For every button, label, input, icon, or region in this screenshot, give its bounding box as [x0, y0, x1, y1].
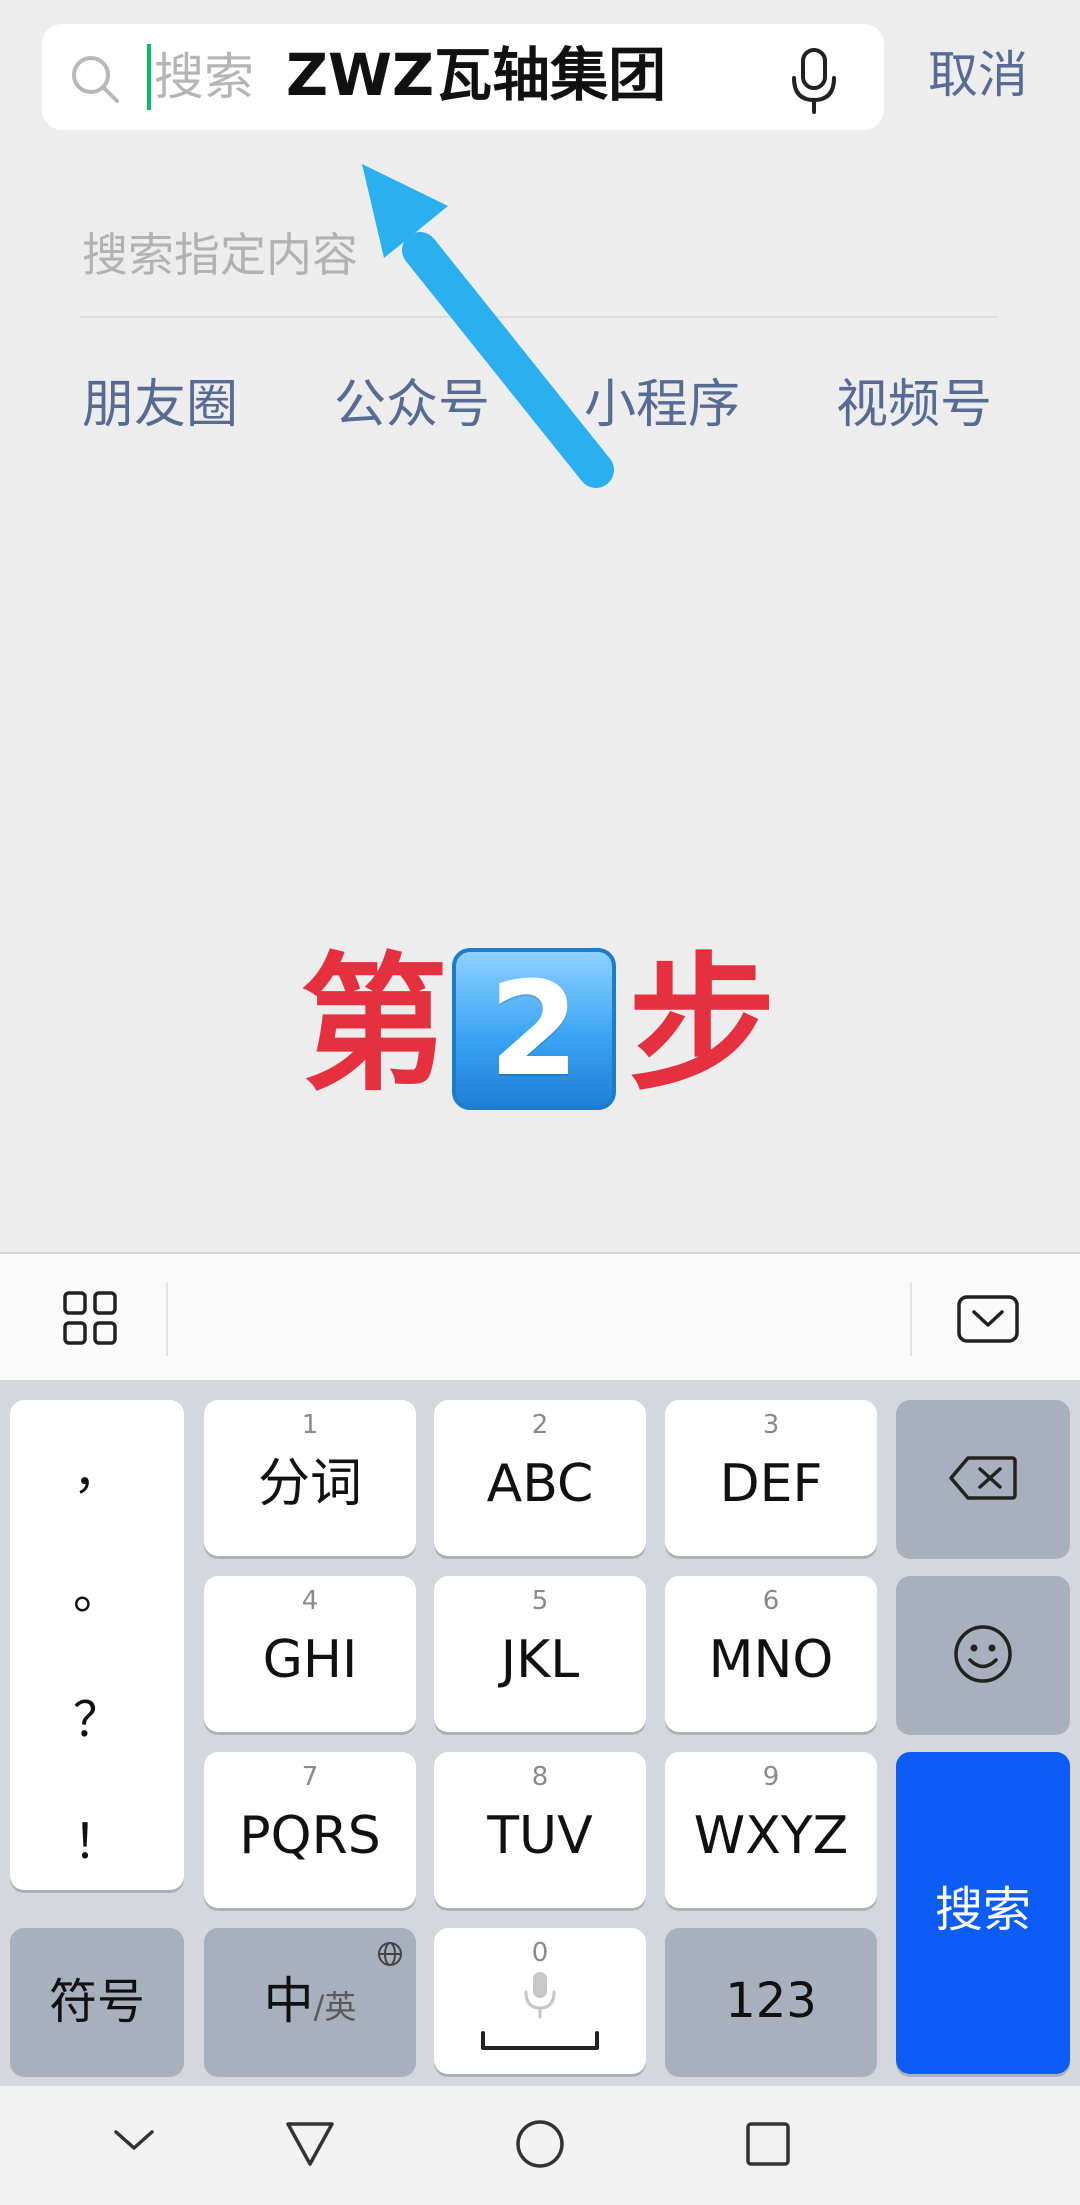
search-placeholder[interactable]: 搜索: [154, 46, 254, 108]
key-4[interactable]: 4 GHI: [204, 1576, 416, 1732]
key-label: MNO: [708, 1630, 834, 1690]
recent-square-icon[interactable]: [744, 2120, 792, 2168]
text-cursor: [147, 44, 151, 110]
key-label: WXYZ: [693, 1806, 849, 1866]
key-label: PQRS: [239, 1806, 381, 1866]
punctuation-period[interactable]: 。: [10, 1562, 184, 1622]
key-label: GHI: [262, 1630, 358, 1690]
key-label: TUV: [487, 1806, 593, 1866]
punctuation-question[interactable]: ？: [10, 1690, 184, 1750]
symbol-key[interactable]: 符号: [10, 1928, 184, 2074]
key-2[interactable]: 2 ABC: [434, 1400, 646, 1556]
toolbar-separator: [166, 1282, 168, 1356]
emoji-key[interactable]: [896, 1576, 1070, 1732]
chevron-down-icon[interactable]: [112, 2126, 156, 2154]
key-8[interactable]: 8 TUV: [434, 1752, 646, 1908]
key-9[interactable]: 9 WXYZ: [665, 1752, 877, 1908]
numbers-key[interactable]: 123: [665, 1928, 877, 2074]
key-number: 2: [531, 1410, 549, 1440]
key-3[interactable]: 3 DEF: [665, 1400, 877, 1556]
key-1[interactable]: 1 分词: [204, 1400, 416, 1556]
language-main: 中: [263, 1972, 314, 2030]
globe-icon: [378, 1942, 402, 1966]
key-label: 分词: [257, 1454, 362, 1514]
annotation-search-term: ZWZ瓦轴集团: [286, 41, 667, 109]
space-key[interactable]: 0: [434, 1928, 646, 2074]
microphone-icon: [524, 1972, 556, 2019]
key-number: 6: [762, 1586, 780, 1616]
back-triangle-icon[interactable]: [284, 2120, 336, 2168]
key-number: 3: [762, 1410, 780, 1440]
grid-icon[interactable]: [62, 1290, 118, 1346]
cancel-button[interactable]: 取消: [928, 44, 1028, 106]
toolbar-separator: [910, 1282, 912, 1356]
key-number: 1: [301, 1410, 319, 1440]
key-label: JKL: [500, 1630, 580, 1690]
step-label-suffix: 步: [628, 939, 776, 1111]
search-box[interactable]: 搜索 ZWZ瓦轴集团: [42, 24, 884, 130]
step-number-badge: 2: [452, 948, 616, 1110]
home-circle-icon[interactable]: [514, 2118, 566, 2170]
category-mini-programs[interactable]: 小程序: [584, 372, 740, 438]
emoji-icon: [954, 1625, 1012, 1683]
key-number: 9: [762, 1762, 780, 1792]
punctuation-exclamation[interactable]: ！: [10, 1812, 184, 1872]
numbers-key-label: 123: [725, 1973, 817, 2029]
category-official-accounts[interactable]: 公众号: [334, 372, 490, 438]
search-submit-key[interactable]: 搜索: [896, 1752, 1070, 2074]
category-moments[interactable]: 朋友圈: [82, 372, 238, 438]
search-scope-hint: 搜索指定内容: [82, 228, 358, 282]
backspace-key[interactable]: [896, 1400, 1070, 1556]
divider: [80, 316, 998, 318]
key-number: 4: [301, 1586, 319, 1616]
microphone-icon[interactable]: [784, 42, 844, 118]
key-number: 7: [301, 1762, 319, 1792]
punctuation-comma[interactable]: ，: [10, 1442, 184, 1502]
key-number: 8: [531, 1762, 549, 1792]
system-nav-bar: [0, 2086, 1080, 2205]
keyboard: ， 。 ？ ！ 1 分词 2 ABC 3 DEF 4 GHI 5 JKL 6 M…: [0, 1380, 1080, 2086]
key-7[interactable]: 7 PQRS: [204, 1752, 416, 1908]
category-channels[interactable]: 视频号: [836, 372, 992, 438]
keyboard-toolbar: [0, 1252, 1080, 1380]
backspace-icon: [949, 1456, 1017, 1500]
key-number: 5: [531, 1586, 549, 1616]
language-alt: /英: [313, 1988, 357, 2026]
language-label: 中/英: [204, 1970, 416, 2044]
symbol-key-label: 符号: [48, 1974, 145, 2030]
step-number: 2: [488, 953, 580, 1105]
key-label: DEF: [719, 1454, 823, 1514]
keyboard-collapse-icon[interactable]: [956, 1294, 1020, 1344]
search-icon: [72, 56, 119, 103]
key-6[interactable]: 6 MNO: [665, 1576, 877, 1732]
key-label: ABC: [486, 1454, 594, 1514]
search-key-label: 搜索: [934, 1882, 1031, 1938]
key-number: 0: [531, 1938, 549, 1968]
space-bar-icon: [481, 2031, 599, 2050]
punctuation-column[interactable]: ， 。 ？ ！: [10, 1400, 184, 1890]
key-5[interactable]: 5 JKL: [434, 1576, 646, 1732]
language-switch-key[interactable]: 中/英: [204, 1928, 416, 2074]
step-label-prefix: 第: [300, 939, 448, 1111]
